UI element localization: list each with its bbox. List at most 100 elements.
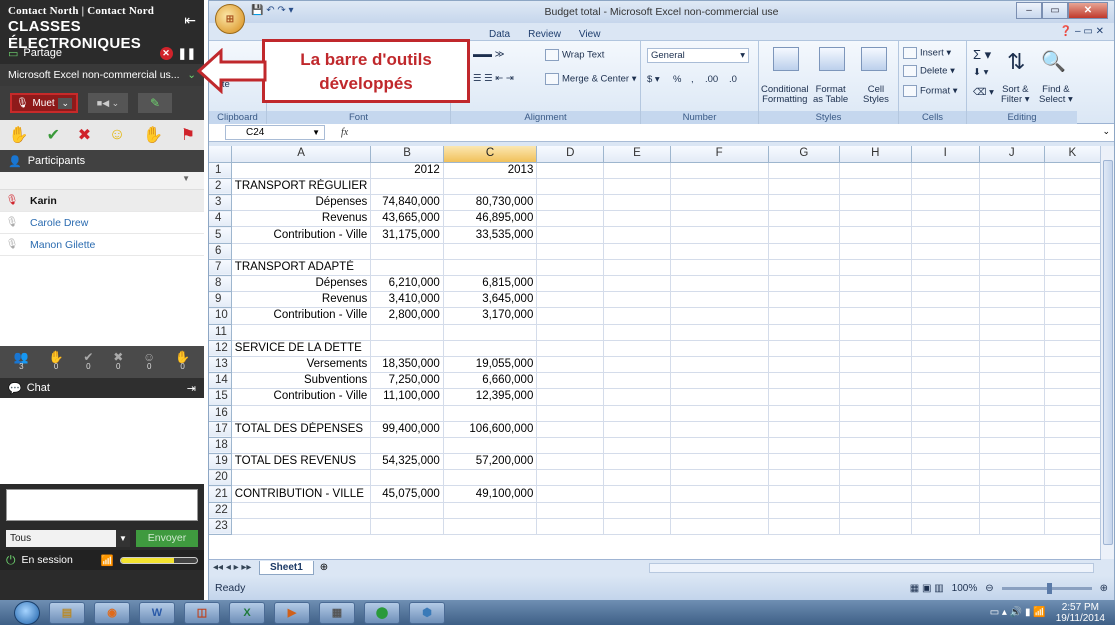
cell-b[interactable] xyxy=(370,502,444,519)
clock[interactable]: 2:57 PM 19/11/2014 xyxy=(1056,602,1105,624)
cell-a[interactable] xyxy=(231,405,372,422)
cell-empty[interactable] xyxy=(911,324,980,341)
cell-empty[interactable] xyxy=(603,340,671,357)
cell-empty[interactable] xyxy=(979,210,1045,228)
cell-empty[interactable] xyxy=(839,485,912,503)
row-header[interactable]: 4 xyxy=(209,210,232,228)
find-select-button[interactable]: Find & Select ▾ xyxy=(1039,85,1073,105)
cell-empty[interactable] xyxy=(839,405,912,422)
cell-empty[interactable] xyxy=(911,388,980,406)
pen-button[interactable]: ✎ xyxy=(138,93,172,113)
classroom-app-icon[interactable]: ◫ xyxy=(184,601,220,624)
new-sheet-icon[interactable]: ⊕ xyxy=(320,562,328,573)
cell-empty[interactable] xyxy=(911,372,980,390)
cell-a[interactable]: TOTAL DES DÉPENSES xyxy=(231,421,372,438)
select-all-corner[interactable] xyxy=(209,146,232,163)
chat-input[interactable] xyxy=(6,489,198,521)
cell-empty[interactable] xyxy=(911,502,980,519)
cell-empty[interactable] xyxy=(911,421,980,438)
cell-a[interactable]: Dépenses xyxy=(231,275,372,293)
cell-empty[interactable] xyxy=(1044,275,1101,293)
cell-empty[interactable] xyxy=(839,243,912,260)
cell-empty[interactable] xyxy=(603,178,671,196)
close-icon[interactable]: ✕ xyxy=(1068,2,1108,19)
cell-empty[interactable] xyxy=(670,405,769,422)
cell-c[interactable] xyxy=(443,324,538,341)
cell-empty[interactable] xyxy=(839,421,912,438)
cell-empty[interactable] xyxy=(768,210,841,228)
excel-icon[interactable]: X xyxy=(229,601,265,624)
cell-c[interactable] xyxy=(443,340,538,357)
cell-b[interactable]: 2012 xyxy=(370,162,444,179)
browser-icon[interactable]: ⬤ xyxy=(364,601,400,624)
cell-empty[interactable] xyxy=(603,291,671,309)
cell-empty[interactable] xyxy=(979,291,1045,309)
cell-empty[interactable] xyxy=(603,485,671,503)
cell-empty[interactable] xyxy=(536,291,605,309)
cell-empty[interactable] xyxy=(670,194,769,212)
cell-empty[interactable] xyxy=(1044,502,1101,519)
participant-row[interactable]: 🎙 Manon Gilette xyxy=(0,234,204,256)
column-header[interactable]: J xyxy=(979,146,1045,163)
cell-empty[interactable] xyxy=(979,405,1045,422)
cell-empty[interactable] xyxy=(1044,453,1101,471)
cell-b[interactable]: 74,840,000 xyxy=(370,194,444,212)
cell-a[interactable]: Revenus xyxy=(231,291,372,309)
cell-empty[interactable] xyxy=(1044,372,1101,390)
cell-empty[interactable] xyxy=(536,421,605,438)
cell-styles-button[interactable]: Cell Styles xyxy=(863,85,889,105)
row-header[interactable]: 14 xyxy=(209,372,232,390)
cell-c[interactable] xyxy=(443,178,538,196)
cell-empty[interactable] xyxy=(1044,243,1101,260)
row-header[interactable]: 6 xyxy=(209,243,232,260)
row-header[interactable]: 20 xyxy=(209,469,232,487)
cell-empty[interactable] xyxy=(768,226,841,244)
clap-icon[interactable]: ✋ xyxy=(143,125,163,145)
cell-empty[interactable] xyxy=(670,437,769,455)
cell-empty[interactable] xyxy=(768,291,841,309)
cell-c[interactable]: 12,395,000 xyxy=(443,388,538,406)
column-header[interactable]: G xyxy=(768,146,841,163)
cell-empty[interactable] xyxy=(603,518,671,536)
cell-empty[interactable] xyxy=(768,388,841,406)
firefox-icon[interactable]: ◉ xyxy=(94,601,130,624)
cell-empty[interactable] xyxy=(911,453,980,471)
cross-icon[interactable]: ✖ xyxy=(78,125,91,145)
cell-empty[interactable] xyxy=(839,226,912,244)
tab-data[interactable]: Data xyxy=(489,29,510,40)
cell-empty[interactable] xyxy=(670,469,769,487)
cell-c[interactable] xyxy=(443,502,538,519)
scroll-thumb[interactable] xyxy=(1103,160,1113,545)
function-icon[interactable]: fx xyxy=(341,127,348,138)
cell-empty[interactable] xyxy=(979,518,1045,536)
cell-empty[interactable] xyxy=(670,502,769,519)
cell-empty[interactable] xyxy=(979,275,1045,293)
cell-empty[interactable] xyxy=(911,259,980,277)
cell-empty[interactable] xyxy=(839,259,912,277)
cell-empty[interactable] xyxy=(603,421,671,438)
cell-empty[interactable] xyxy=(911,178,980,196)
cell-empty[interactable] xyxy=(839,324,912,341)
clear-icon[interactable]: ⌫ ▾ xyxy=(973,87,994,98)
cell-empty[interactable] xyxy=(839,275,912,293)
cell-empty[interactable] xyxy=(603,356,671,374)
cell-empty[interactable] xyxy=(670,259,769,277)
cell-empty[interactable] xyxy=(979,307,1045,325)
vertical-scrollbar[interactable] xyxy=(1100,146,1114,559)
row-header[interactable]: 21 xyxy=(209,485,232,503)
align-icons[interactable]: ☰ ☰ ⇤ ⇥ xyxy=(473,73,514,84)
zoom-out-icon[interactable]: ⊖ xyxy=(985,583,993,594)
cell-b[interactable]: 45,075,000 xyxy=(370,485,444,503)
expand-icon[interactable]: ⌄ xyxy=(1102,126,1110,137)
sheet-tab[interactable]: Sheet1 xyxy=(259,560,314,575)
cell-empty[interactable] xyxy=(603,469,671,487)
minimize-icon[interactable]: – xyxy=(1016,2,1042,19)
cell-empty[interactable] xyxy=(1044,437,1101,455)
cell-empty[interactable] xyxy=(536,178,605,196)
cell-empty[interactable] xyxy=(603,259,671,277)
cell-empty[interactable] xyxy=(1044,356,1101,374)
row-header[interactable]: 3 xyxy=(209,194,232,212)
cell-empty[interactable] xyxy=(536,469,605,487)
participants-header[interactable]: 👤 Participants xyxy=(0,150,204,172)
cell-empty[interactable] xyxy=(768,372,841,390)
